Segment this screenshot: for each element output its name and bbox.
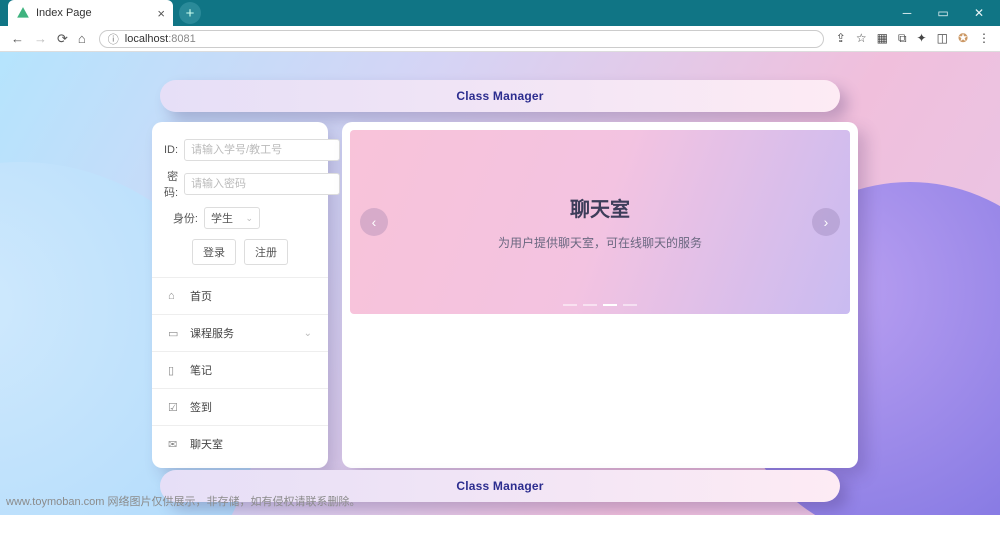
browser-toolbar: ← → ⟳ ⌂ ⓘ localhost:8081 ⇪ ☆ ▦ ⧉ ✦ ◫ ✪ ⋮ — [0, 26, 1000, 52]
page-background: Class Manager ID: 密码: 身份: 学生 ⌄ 登录 注册 — [0, 52, 1000, 515]
carousel: ‹ 聊天室 为用户提供聊天室，可在线聊天的服务 › — [350, 130, 850, 314]
chevron-down-icon: ⌄ — [245, 213, 253, 224]
carousel-dot-active[interactable] — [603, 304, 617, 306]
password-input[interactable] — [184, 173, 340, 195]
window-maximize-icon[interactable]: ▭ — [934, 6, 952, 20]
extensions-icon[interactable]: ✦ — [917, 31, 927, 46]
window-controls: ─ ▭ ✕ — [898, 6, 1000, 20]
login-button[interactable]: 登录 — [192, 239, 236, 265]
menu-label: 笔记 — [190, 362, 212, 378]
profile-icon[interactable]: ◫ — [937, 31, 948, 46]
carousel-next-button[interactable]: › — [812, 208, 840, 236]
bookmark-icon[interactable]: ☆ — [856, 31, 867, 46]
home-icon: ⌂ — [168, 290, 182, 302]
footer-title: Class Manager — [456, 479, 543, 493]
register-button[interactable]: 注册 — [244, 239, 288, 265]
window-close-icon[interactable]: ✕ — [970, 6, 988, 20]
check-icon: ☑ — [168, 401, 182, 414]
role-value: 学生 — [211, 210, 233, 226]
chat-icon: ✉ — [168, 438, 182, 451]
nav-forward-icon[interactable]: → — [29, 31, 52, 46]
menu-label: 课程服务 — [190, 325, 234, 341]
menu-item-home[interactable]: ⌂ 首页 — [152, 278, 328, 314]
url-port: :8081 — [168, 33, 196, 45]
favicon-icon — [16, 6, 30, 20]
header-pill: Class Manager — [160, 80, 840, 112]
sidebar-card: ID: 密码: 身份: 学生 ⌄ 登录 注册 ⌂ 首页 — [152, 122, 328, 468]
header-title: Class Manager — [456, 89, 543, 103]
id-label: ID: — [164, 144, 178, 156]
menu-item-notes[interactable]: ▯ 笔记 — [152, 352, 328, 388]
site-info-icon[interactable]: ⓘ — [108, 31, 119, 47]
tab-close-icon[interactable]: × — [157, 6, 165, 21]
chevron-down-icon: ⌄ — [304, 328, 312, 339]
extension-cast-icon[interactable]: ⧉ — [898, 31, 907, 46]
carousel-dot[interactable] — [583, 304, 597, 306]
password-label: 密码: — [164, 168, 178, 200]
new-tab-button[interactable]: + — [179, 2, 201, 24]
role-select[interactable]: 学生 ⌄ — [204, 207, 260, 229]
carousel-dot[interactable] — [563, 304, 577, 306]
url-input[interactable]: ⓘ localhost:8081 — [99, 30, 824, 48]
extension-misc-icon[interactable]: ✪ — [958, 31, 968, 46]
window-minimize-icon[interactable]: ─ — [898, 6, 916, 20]
tab-title: Index Page — [36, 7, 151, 19]
menu-item-chat[interactable]: ✉ 聊天室 — [152, 426, 328, 462]
carousel-prev-button[interactable]: ‹ — [360, 208, 388, 236]
share-icon[interactable]: ⇪ — [836, 31, 846, 46]
carousel-title: 聊天室 — [570, 193, 630, 222]
menu-label: 签到 — [190, 399, 212, 415]
menu-label: 聊天室 — [190, 436, 223, 452]
menu-item-courses[interactable]: ▭ 课程服务 ⌄ — [152, 315, 328, 351]
id-input[interactable] — [184, 139, 340, 161]
menu-kebab-icon[interactable]: ⋮ — [978, 31, 990, 46]
nav-reload-icon[interactable]: ⟳ — [52, 31, 73, 47]
url-host: localhost — [125, 33, 168, 45]
role-label: 身份: — [164, 210, 198, 226]
browser-tab-strip: Index Page × + ─ ▭ ✕ — [0, 0, 1000, 26]
nav-back-icon[interactable]: ← — [6, 31, 29, 46]
carousel-dot[interactable] — [623, 304, 637, 306]
browser-tab-active[interactable]: Index Page × — [8, 0, 173, 26]
menu-item-checkin[interactable]: ☑ 签到 — [152, 389, 328, 425]
hero-card: ‹ 聊天室 为用户提供聊天室，可在线聊天的服务 › — [342, 122, 858, 468]
note-icon: ▯ — [168, 364, 182, 377]
extension-box-icon[interactable]: ▦ — [877, 31, 888, 46]
carousel-dots — [563, 304, 637, 306]
watermark-text: www.toymoban.com 网络图片仅供展示，非存储，如有侵权请联系删除。 — [6, 493, 360, 509]
menu-label: 首页 — [190, 288, 212, 304]
nav-home-icon[interactable]: ⌂ — [73, 31, 91, 46]
carousel-subtitle: 为用户提供聊天室，可在线聊天的服务 — [498, 234, 702, 251]
book-icon: ▭ — [168, 327, 182, 340]
